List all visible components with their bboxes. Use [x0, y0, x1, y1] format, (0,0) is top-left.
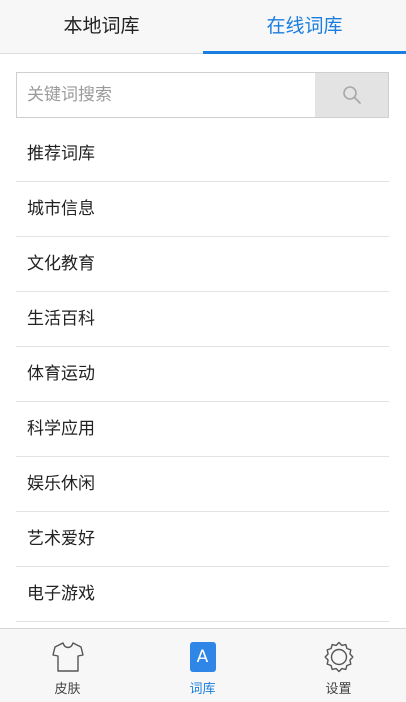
nav-item-settings[interactable]: 设置	[271, 629, 406, 702]
list-item[interactable]: 科学应用	[16, 402, 389, 457]
nav-label: 词库	[189, 682, 216, 697]
nav-label: 皮肤	[54, 682, 81, 697]
list-item[interactable]: 体育运动	[16, 347, 389, 402]
nav-item-library[interactable]: A 词库	[135, 629, 270, 702]
tab-online-library[interactable]: 在线词库	[203, 0, 406, 54]
library-a-icon: A	[186, 640, 220, 674]
list-item[interactable]: 电子游戏	[16, 567, 389, 622]
library-tab-bar: 本地词库 在线词库	[0, 0, 406, 54]
list-item[interactable]: 生活百科	[16, 292, 389, 347]
active-tab-indicator	[203, 51, 406, 54]
category-list: 推荐词库 城市信息 文化教育 生活百科 体育运动 科学应用 娱乐休闲 艺术爱好 …	[16, 127, 389, 622]
search-icon	[342, 86, 361, 104]
list-item[interactable]: 艺术爱好	[16, 512, 389, 567]
gear-icon	[322, 640, 356, 674]
search-bar	[16, 72, 389, 118]
nav-item-skin[interactable]: 皮肤	[0, 629, 135, 702]
list-item[interactable]: 推荐词库	[16, 127, 389, 182]
list-item[interactable]: 文化教育	[16, 237, 389, 292]
list-item[interactable]: 娱乐休闲	[16, 457, 389, 512]
bottom-nav: 皮肤 A 词库 设置	[0, 628, 406, 702]
search-button[interactable]	[315, 73, 388, 117]
list-item[interactable]: 城市信息	[16, 182, 389, 237]
library-badge: A	[189, 642, 216, 672]
search-input[interactable]	[17, 73, 315, 117]
tshirt-icon	[51, 640, 85, 674]
tab-local-library[interactable]: 本地词库	[0, 0, 203, 54]
app-window: 本地词库 在线词库 推荐词库 城市信息 文化教育 生活百科 体育运动 科学应用 …	[0, 0, 406, 702]
nav-label: 设置	[325, 682, 352, 697]
